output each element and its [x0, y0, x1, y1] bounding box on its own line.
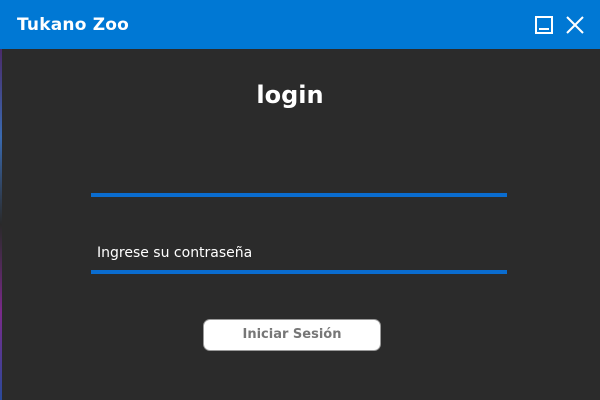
close-icon [566, 16, 584, 34]
window-title: Tukano Zoo [17, 15, 129, 35]
username-field[interactable] [91, 159, 507, 197]
close-button[interactable] [563, 13, 587, 37]
minimize-button[interactable] [532, 13, 556, 37]
login-heading: login [256, 81, 324, 109]
login-window: Tukano Zoo login Iniciar Sesión [0, 0, 600, 400]
password-field[interactable] [91, 236, 507, 274]
login-button[interactable]: Iniciar Sesión [203, 319, 381, 351]
minimize-icon [535, 16, 553, 34]
title-bar[interactable]: Tukano Zoo [0, 0, 600, 49]
